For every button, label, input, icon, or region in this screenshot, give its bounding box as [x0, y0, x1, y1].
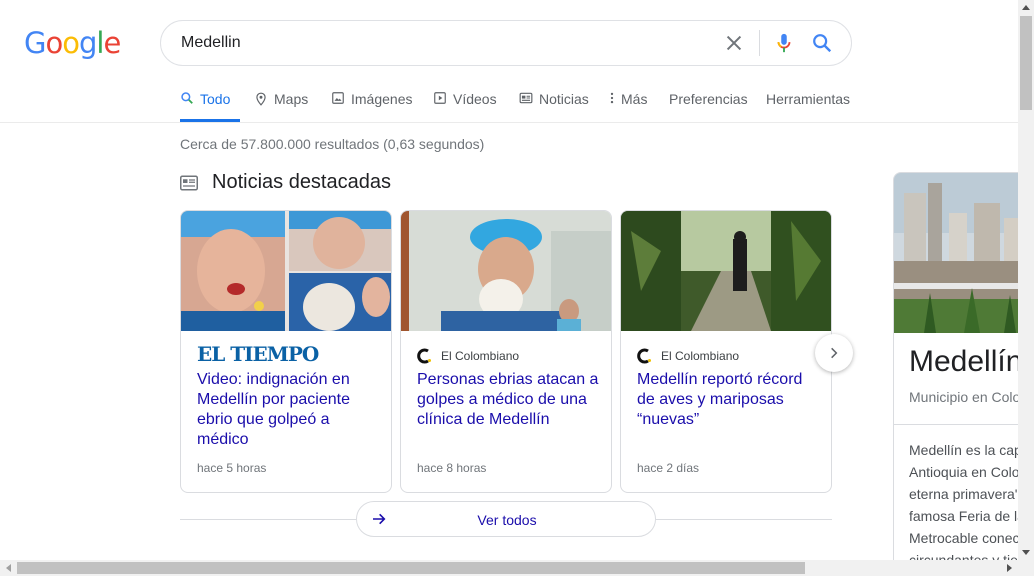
logo-letter: o [62, 26, 80, 60]
vertical-scrollbar[interactable] [1018, 0, 1034, 560]
tab-label: Maps [274, 91, 309, 107]
news-section-header: Noticias destacadas [180, 171, 391, 194]
result-stats: Cerca de 57.800.000 resultados (0,63 seg… [180, 136, 485, 152]
el-colombiano-logo-icon [417, 348, 431, 364]
news-thumbnail [621, 211, 831, 331]
scroll-down-arrow-icon[interactable] [1018, 546, 1034, 560]
search-box[interactable]: Medellin [160, 20, 852, 66]
divider [180, 519, 356, 520]
kp-description-line: Antioquia en Colombia. [909, 464, 1033, 480]
mic-icon[interactable] [773, 31, 795, 55]
kp-description-line: famosa Feria de las Flores [909, 508, 1033, 524]
search-icon[interactable] [811, 32, 833, 54]
tab-herramientas[interactable]: Herramientas [766, 82, 850, 122]
map-pin-icon [256, 92, 266, 106]
kp-divider [894, 424, 1033, 425]
carousel-next-button[interactable] [815, 334, 853, 372]
logo-letter: o [45, 26, 63, 60]
el-colombiano-logo-icon [637, 348, 651, 364]
video-icon [434, 92, 446, 104]
knowledge-panel: Medellín Municipio en Colombia Medellín … [893, 172, 1033, 572]
vertical-scroll-thumb[interactable] [1020, 16, 1032, 110]
see-all-button[interactable]: Ver todos [356, 501, 656, 537]
see-all-label: Ver todos [477, 512, 537, 528]
scroll-up-arrow-icon[interactable] [1018, 0, 1034, 14]
kp-title: Medellín [909, 345, 1023, 378]
news-icon [180, 175, 198, 190]
divider [656, 519, 832, 520]
chevron-right-icon [831, 347, 838, 359]
news-icon [519, 92, 533, 104]
news-source-name: El Colombiano [661, 349, 740, 363]
news-heading: Noticias destacadas [212, 171, 391, 193]
news-card[interactable]: El Colombiano Personas ebrias atacan a g… [400, 210, 612, 493]
tab-imagenes[interactable]: Imágenes [331, 82, 412, 122]
tab-videos[interactable]: Vídeos [433, 82, 497, 122]
kp-subtitle: Municipio en Colombia [909, 389, 1033, 405]
city-image[interactable] [894, 173, 1033, 333]
search-divider [759, 30, 760, 56]
logo-letter: G [24, 26, 47, 60]
news-title-link[interactable]: Video: indignación en Medellín por pacie… [197, 370, 379, 450]
news-source: El Colombiano [417, 348, 519, 364]
logo-letter: g [78, 26, 97, 60]
news-title-link[interactable]: Medellín reportó récord de aves y maripo… [637, 370, 819, 430]
horizontal-scrollbar[interactable] [0, 560, 1034, 576]
google-logo[interactable]: Google [24, 26, 121, 60]
search-icon [181, 92, 193, 104]
tab-mas[interactable]: Más [609, 82, 647, 122]
search-input[interactable]: Medellin [181, 34, 241, 52]
clear-icon[interactable] [723, 32, 745, 54]
tab-preferencias[interactable]: Preferencias [669, 82, 748, 122]
news-time: hace 5 horas [197, 461, 267, 475]
news-thumbnail [181, 211, 391, 331]
news-time: hace 2 días [637, 461, 700, 475]
kp-description-line: Metrocable conecta [909, 530, 1032, 546]
kp-description-line: Medellín es la capital [909, 442, 1033, 458]
image-icon [332, 92, 344, 104]
tab-label: Más [621, 91, 648, 107]
tabs-divider [0, 122, 1018, 123]
tab-label: Vídeos [453, 91, 497, 107]
news-title-link[interactable]: Personas ebrias atacan a golpes a médico… [417, 370, 599, 430]
kp-description-line: eterna primavera" por su [909, 486, 1033, 502]
news-source-name: El Colombiano [441, 349, 520, 363]
tab-noticias[interactable]: Noticias [519, 82, 589, 122]
scroll-right-arrow-icon[interactable] [1002, 560, 1018, 576]
tab-label: Todo [200, 91, 231, 107]
news-thumbnail [401, 211, 611, 331]
tab-todo[interactable]: Todo [180, 82, 240, 122]
more-vertical-icon [610, 92, 614, 104]
tab-label: Noticias [539, 91, 589, 107]
tab-label: Preferencias [669, 91, 748, 107]
tab-label: Herramientas [766, 91, 851, 107]
kp-description: Medellín es la capital Antioquia en Colo… [909, 439, 1033, 571]
logo-letter: e [103, 26, 121, 60]
scroll-left-arrow-icon[interactable] [0, 560, 16, 576]
news-time: hace 8 horas [417, 461, 487, 475]
news-card[interactable]: El Colombiano Medellín reportó récord de… [620, 210, 832, 493]
tab-maps[interactable]: Maps [254, 82, 308, 122]
news-source: El Colombiano [637, 348, 739, 364]
tab-label: Imágenes [351, 91, 413, 107]
news-card[interactable]: EL TIEMPO Video: indignación en Medellín… [180, 210, 392, 493]
horizontal-scroll-thumb[interactable] [17, 562, 805, 574]
source-logo-el-tiempo: EL TIEMPO [197, 342, 319, 366]
